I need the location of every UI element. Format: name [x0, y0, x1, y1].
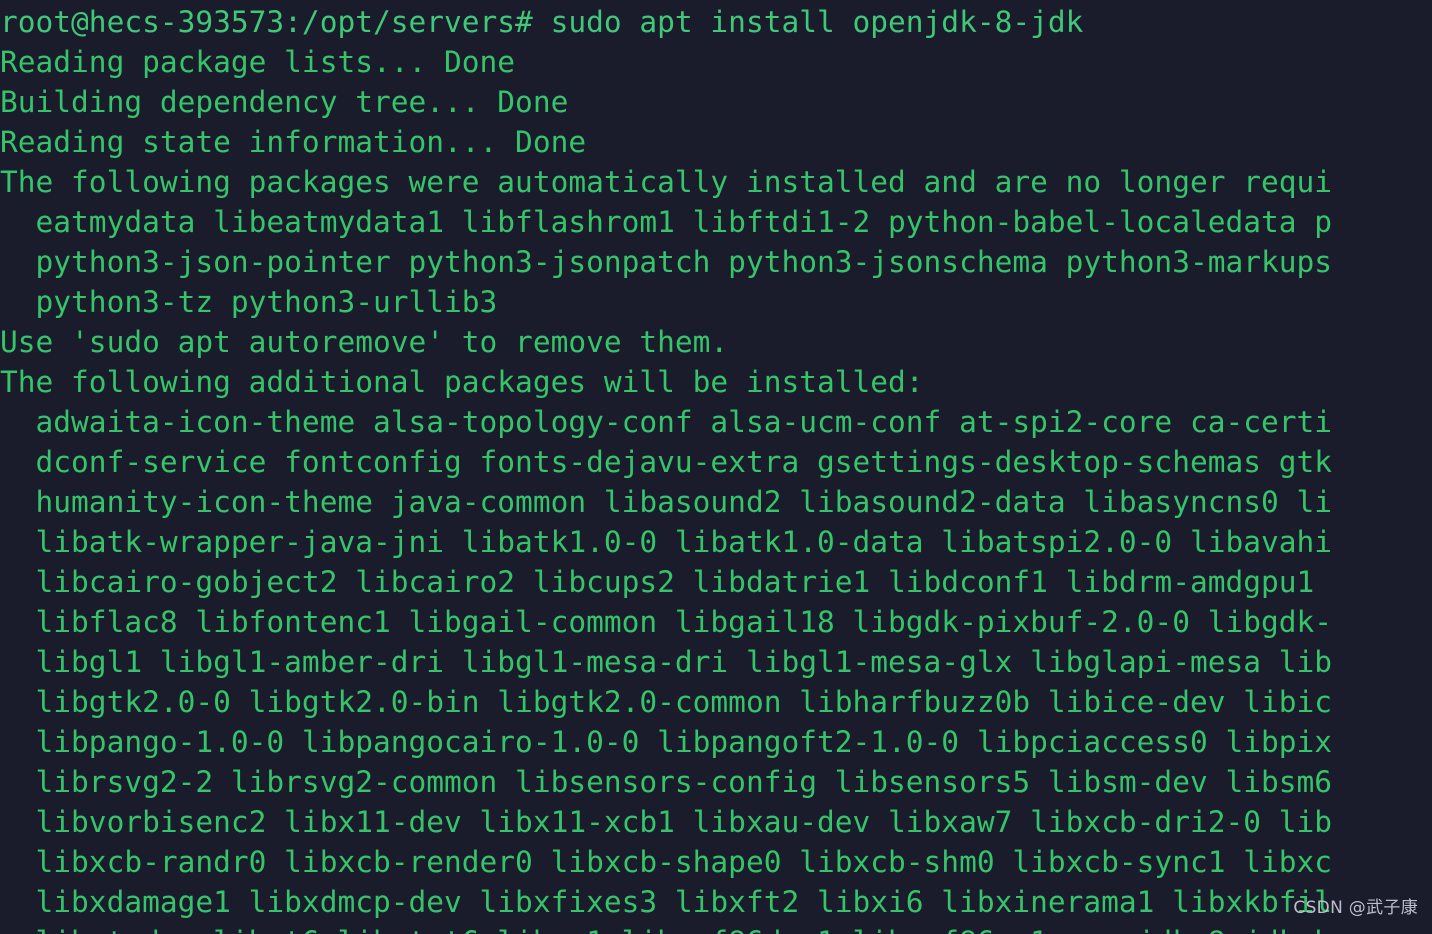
csdn-watermark: CSDN @武子康 — [1293, 898, 1418, 918]
terminal-output[interactable]: root@hecs-393573:/opt/servers# sudo apt … — [0, 0, 1432, 934]
terminal-line: libxcb-randr0 libxcb-render0 libxcb-shap… — [0, 845, 1333, 879]
terminal-line: Building dependency tree... Done — [0, 85, 569, 119]
terminal-line: libflac8 libfontenc1 libgail-common libg… — [0, 605, 1333, 639]
terminal-line: The following additional packages will b… — [0, 365, 924, 399]
terminal-line: python3-tz python3-urllib3 — [0, 285, 498, 319]
terminal-line: libcairo-gobject2 libcairo2 libcups2 lib… — [0, 565, 1315, 599]
terminal-line: libxdamage1 libxdmcp-dev libxfixes3 libx… — [0, 885, 1333, 919]
terminal-line: Reading state information... Done — [0, 125, 587, 159]
terminal-line: adwaita-icon-theme alsa-topology-conf al… — [0, 405, 1333, 439]
terminal-line: libpango-1.0-0 libpangocairo-1.0-0 libpa… — [0, 725, 1333, 759]
terminal-line: python3-json-pointer python3-jsonpatch p… — [0, 245, 1333, 279]
terminal-line: librsvg2-2 librsvg2-common libsensors-co… — [0, 765, 1333, 799]
terminal-window[interactable]: root@hecs-393573:/opt/servers# sudo apt … — [0, 0, 1432, 934]
terminal-line: humanity-icon-theme java-common libasoun… — [0, 485, 1333, 519]
terminal-line: libgl1 libgl1-amber-dri libgl1-mesa-dri … — [0, 645, 1333, 679]
terminal-line: The following packages were automaticall… — [0, 165, 1333, 199]
terminal-line: libatk-wrapper-java-jni libatk1.0-0 liba… — [0, 525, 1333, 559]
terminal-line: dconf-service fontconfig fonts-dejavu-ex… — [0, 445, 1333, 479]
terminal-line: libgtk2.0-0 libgtk2.0-bin libgtk2.0-comm… — [0, 685, 1333, 719]
terminal-line: libvorbisenc2 libx11-dev libx11-xcb1 lib… — [0, 805, 1333, 839]
terminal-line: eatmydata libeatmydata1 libflashrom1 lib… — [0, 205, 1333, 239]
terminal-line: libxt-dev libxt6 libxtst6 libxv1 libxxf8… — [0, 922, 1432, 934]
terminal-line: Reading package lists... Done — [0, 45, 516, 79]
terminal-line-prompt: root@hecs-393573:/opt/servers# sudo apt … — [0, 5, 1084, 39]
terminal-line: Use 'sudo apt autoremove' to remove them… — [0, 325, 729, 359]
